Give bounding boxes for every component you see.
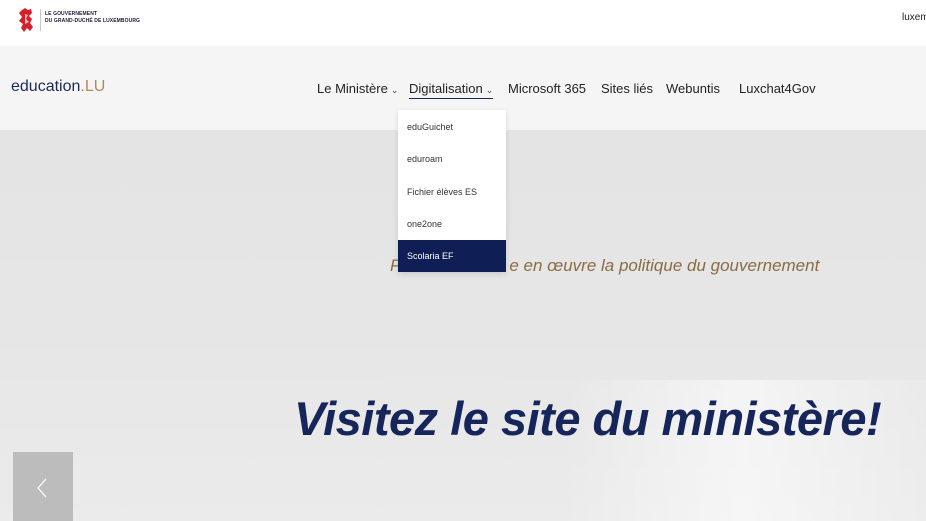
dropdown-item-fichier-eleves-es[interactable]: Fichier élèves ES (398, 176, 506, 208)
lion-crest-icon[interactable] (16, 7, 36, 33)
nav-item-sites-lies[interactable]: Sites liés (601, 81, 653, 96)
chevron-left-icon (37, 478, 47, 498)
gov-name[interactable]: LE GOUVERNEMENT DU GRAND-DUCHÉ DE LUXEMB… (45, 11, 140, 25)
hero-title[interactable]: Visitez le site du ministère! (294, 391, 882, 446)
brand-name: education (11, 78, 81, 95)
dropdown-item-scolaria-ef[interactable]: Scolaria EF (398, 240, 506, 272)
dropdown-item-eduroam[interactable]: eduroam (398, 143, 506, 175)
gov-name-line2: DU GRAND-DUCHÉ DE LUXEMBOURG (45, 18, 141, 24)
nav-item-luxchat4gov[interactable]: Luxchat4Gov (739, 81, 816, 96)
digitalisation-dropdown: eduGuichet eduroam Fichier élèves ES one… (398, 110, 506, 272)
chevron-down-icon: ⌄ (390, 85, 399, 95)
dropdown-item-one2one[interactable]: one2one (398, 208, 506, 240)
nav-item-label: Le Ministère (317, 81, 388, 96)
gov-divider (40, 9, 41, 31)
slider-prev-button[interactable] (13, 452, 73, 521)
nav-item-label: Digitalisation (409, 81, 483, 96)
site-logo[interactable]: education.LU (11, 78, 105, 96)
nav-item-le-ministere[interactable]: Le Ministère ⌄ (317, 81, 398, 96)
chevron-down-icon: ⌄ (485, 85, 494, 95)
luxembourg-link[interactable]: luxembourg (902, 12, 926, 23)
brand-domain: .LU (80, 78, 106, 95)
gov-name-line1: LE GOUVERNEMENT (45, 11, 98, 17)
government-bar: LE GOUVERNEMENT DU GRAND-DUCHÉ DE LUXEMB… (0, 0, 926, 46)
nav-item-webuntis[interactable]: Webuntis (666, 81, 720, 96)
dropdown-item-eduguichet[interactable]: eduGuichet (398, 111, 506, 143)
hero-subtitle-end: e en œuvre la politique du gouvernement (509, 256, 820, 275)
nav-item-microsoft-365[interactable]: Microsoft 365 (508, 81, 586, 96)
nav-item-digitalisation[interactable]: Digitalisation ⌄ (409, 81, 494, 99)
